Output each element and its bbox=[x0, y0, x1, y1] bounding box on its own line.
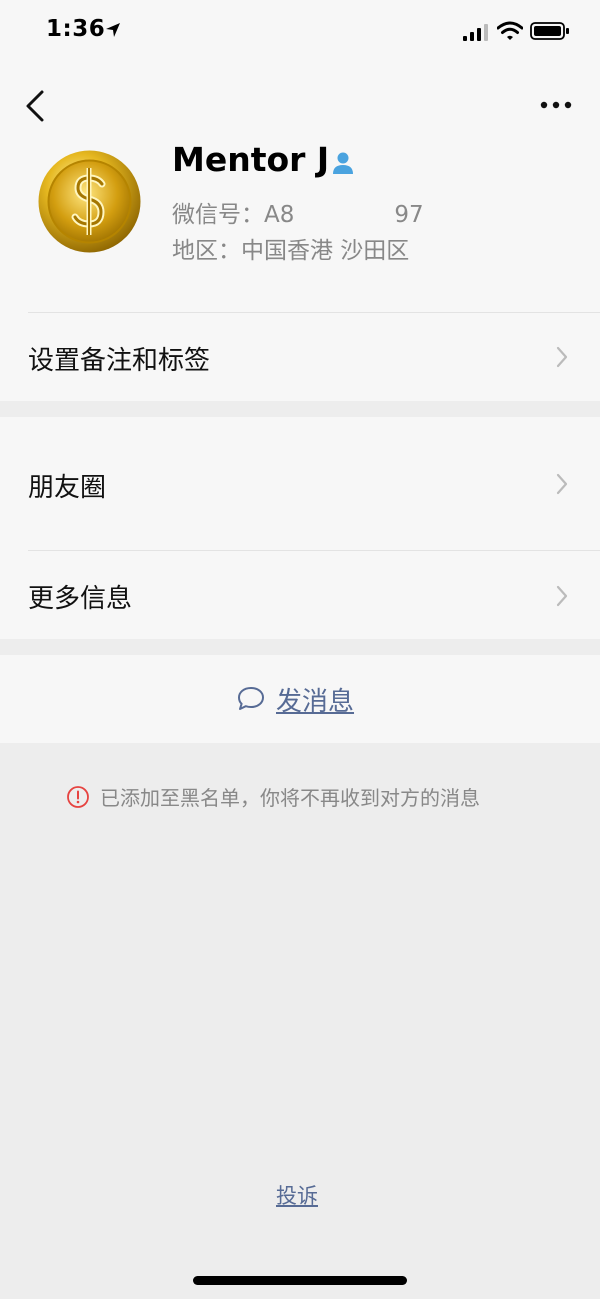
send-message-button[interactable]: 发消息 bbox=[236, 679, 354, 719]
status-time: 1:36 bbox=[46, 16, 106, 42]
exclamation-circle-icon bbox=[67, 785, 89, 808]
cellular-signal-icon bbox=[463, 24, 488, 41]
moments-label: 朋友圈 bbox=[28, 473, 107, 503]
battery-icon bbox=[530, 22, 569, 40]
divider bbox=[28, 312, 600, 313]
chevron-right-icon bbox=[556, 346, 568, 368]
person-icon bbox=[333, 152, 353, 174]
divider bbox=[28, 550, 600, 551]
blacklist-notice-text: 已添加至黑名单，你将不再收到对方的消息 bbox=[100, 786, 480, 810]
remarks-tags-label: 设置备注和标签 bbox=[28, 346, 211, 376]
wechat-id-label: 微信号：A8 bbox=[172, 202, 295, 228]
send-message-row: 发消息 bbox=[0, 655, 600, 743]
back-button[interactable] bbox=[22, 88, 52, 124]
wechat-id: 微信号：A8 97 bbox=[172, 195, 424, 229]
remarks-tags-row[interactable]: 设置备注和标签 bbox=[0, 312, 600, 401]
blacklist-notice: 已添加至黑名单，你将不再收到对方的消息 bbox=[66, 782, 480, 811]
home-indicator[interactable] bbox=[193, 1276, 407, 1285]
send-message-label: 发消息 bbox=[276, 686, 355, 717]
region-text: 地区：中国香港 沙田区 bbox=[172, 238, 410, 264]
status-bar: 1:36 bbox=[0, 0, 600, 60]
contact-name: Mentor J bbox=[172, 140, 330, 179]
complain-link[interactable]: 投诉 bbox=[276, 1180, 318, 1210]
wechat-id-suffix: 97 bbox=[394, 202, 424, 228]
more-dots-button[interactable] bbox=[536, 92, 576, 118]
moments-row[interactable]: 朋友圈 bbox=[0, 417, 600, 550]
more-info-label: 更多信息 bbox=[28, 584, 133, 614]
chevron-right-icon bbox=[556, 585, 568, 607]
wifi-icon bbox=[497, 21, 523, 40]
chevron-right-icon bbox=[556, 473, 568, 495]
avatar[interactable] bbox=[38, 150, 141, 253]
more-info-row[interactable]: 更多信息 bbox=[0, 550, 600, 639]
chat-bubble-icon bbox=[238, 687, 264, 710]
location-arrow-icon bbox=[106, 23, 120, 37]
